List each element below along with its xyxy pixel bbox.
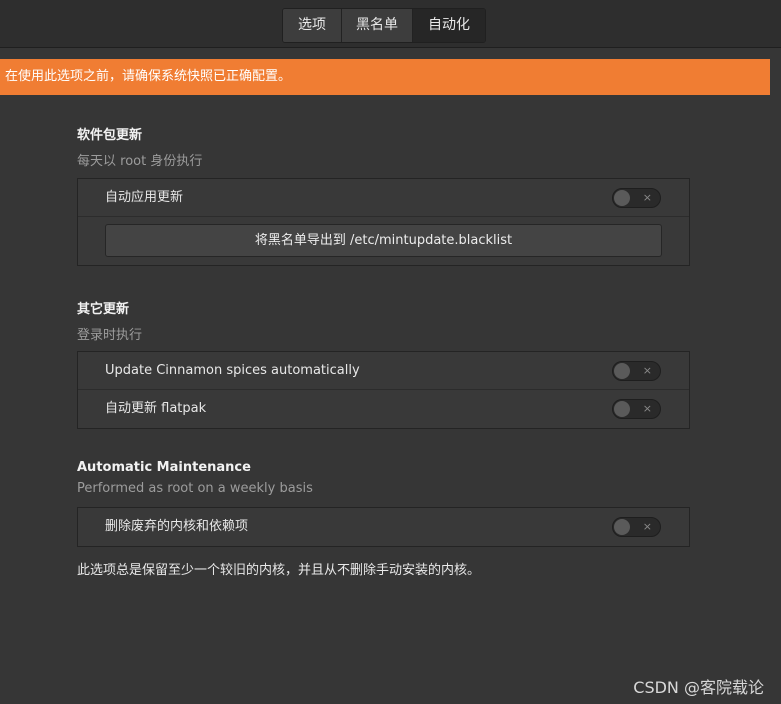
watermark: CSDN @客院载论 bbox=[633, 678, 764, 697]
packages-frame: 自动应用更新 × 将黑名单导出到 /etc/mintupdate.blackli… bbox=[77, 178, 690, 266]
auto-apply-label: 自动应用更新 bbox=[105, 190, 184, 205]
flatpak-row: 自动更新 flatpak × bbox=[78, 390, 689, 428]
remove-kernels-row: 删除废弃的内核和依赖项 × bbox=[78, 508, 689, 546]
section-subtitle-other: 登录时执行 bbox=[77, 328, 143, 343]
switch-off-icon: × bbox=[642, 402, 652, 415]
spices-switch[interactable]: × bbox=[612, 361, 661, 381]
tab-options[interactable]: 选项 bbox=[283, 9, 342, 42]
tab-automation[interactable]: 自动化 bbox=[413, 9, 485, 42]
switch-knob bbox=[614, 363, 630, 379]
flatpak-switch[interactable]: × bbox=[612, 399, 661, 419]
section-title-maintenance: Automatic Maintenance bbox=[77, 460, 251, 475]
tab-bar: 选项 黑名单 自动化 bbox=[282, 8, 486, 43]
switch-off-icon: × bbox=[642, 191, 652, 204]
tab-blacklist[interactable]: 黑名单 bbox=[342, 9, 413, 42]
spices-row: Update Cinnamon spices automatically × bbox=[78, 352, 689, 390]
section-title-packages: 软件包更新 bbox=[77, 128, 143, 143]
kernel-note: 此选项总是保留至少一个较旧的内核，并且从不删除手动安装的内核。 bbox=[77, 563, 481, 578]
auto-apply-switch[interactable]: × bbox=[612, 188, 661, 208]
export-row: 将黑名单导出到 /etc/mintupdate.blacklist bbox=[78, 217, 689, 265]
remove-kernels-switch[interactable]: × bbox=[612, 517, 661, 537]
header-bar: 选项 黑名单 自动化 bbox=[0, 0, 781, 48]
section-subtitle-packages: 每天以 root 身份执行 bbox=[77, 154, 203, 169]
switch-knob bbox=[614, 519, 630, 535]
remove-kernels-label: 删除废弃的内核和依赖项 bbox=[105, 519, 249, 534]
other-frame: Update Cinnamon spices automatically × 自… bbox=[77, 351, 690, 429]
switch-off-icon: × bbox=[642, 520, 652, 533]
warning-banner: 在使用此选项之前，请确保系统快照已正确配置。 bbox=[0, 59, 770, 95]
switch-off-icon: × bbox=[642, 364, 652, 377]
section-subtitle-maintenance: Performed as root on a weekly basis bbox=[77, 481, 313, 496]
switch-knob bbox=[614, 401, 630, 417]
flatpak-label: 自动更新 flatpak bbox=[105, 401, 207, 416]
switch-knob bbox=[614, 190, 630, 206]
section-title-other: 其它更新 bbox=[77, 302, 130, 317]
maintenance-frame: 删除废弃的内核和依赖项 × bbox=[77, 507, 690, 547]
auto-apply-row: 自动应用更新 × bbox=[78, 179, 689, 217]
spices-label: Update Cinnamon spices automatically bbox=[105, 363, 360, 378]
export-blacklist-button[interactable]: 将黑名单导出到 /etc/mintupdate.blacklist bbox=[105, 224, 662, 257]
